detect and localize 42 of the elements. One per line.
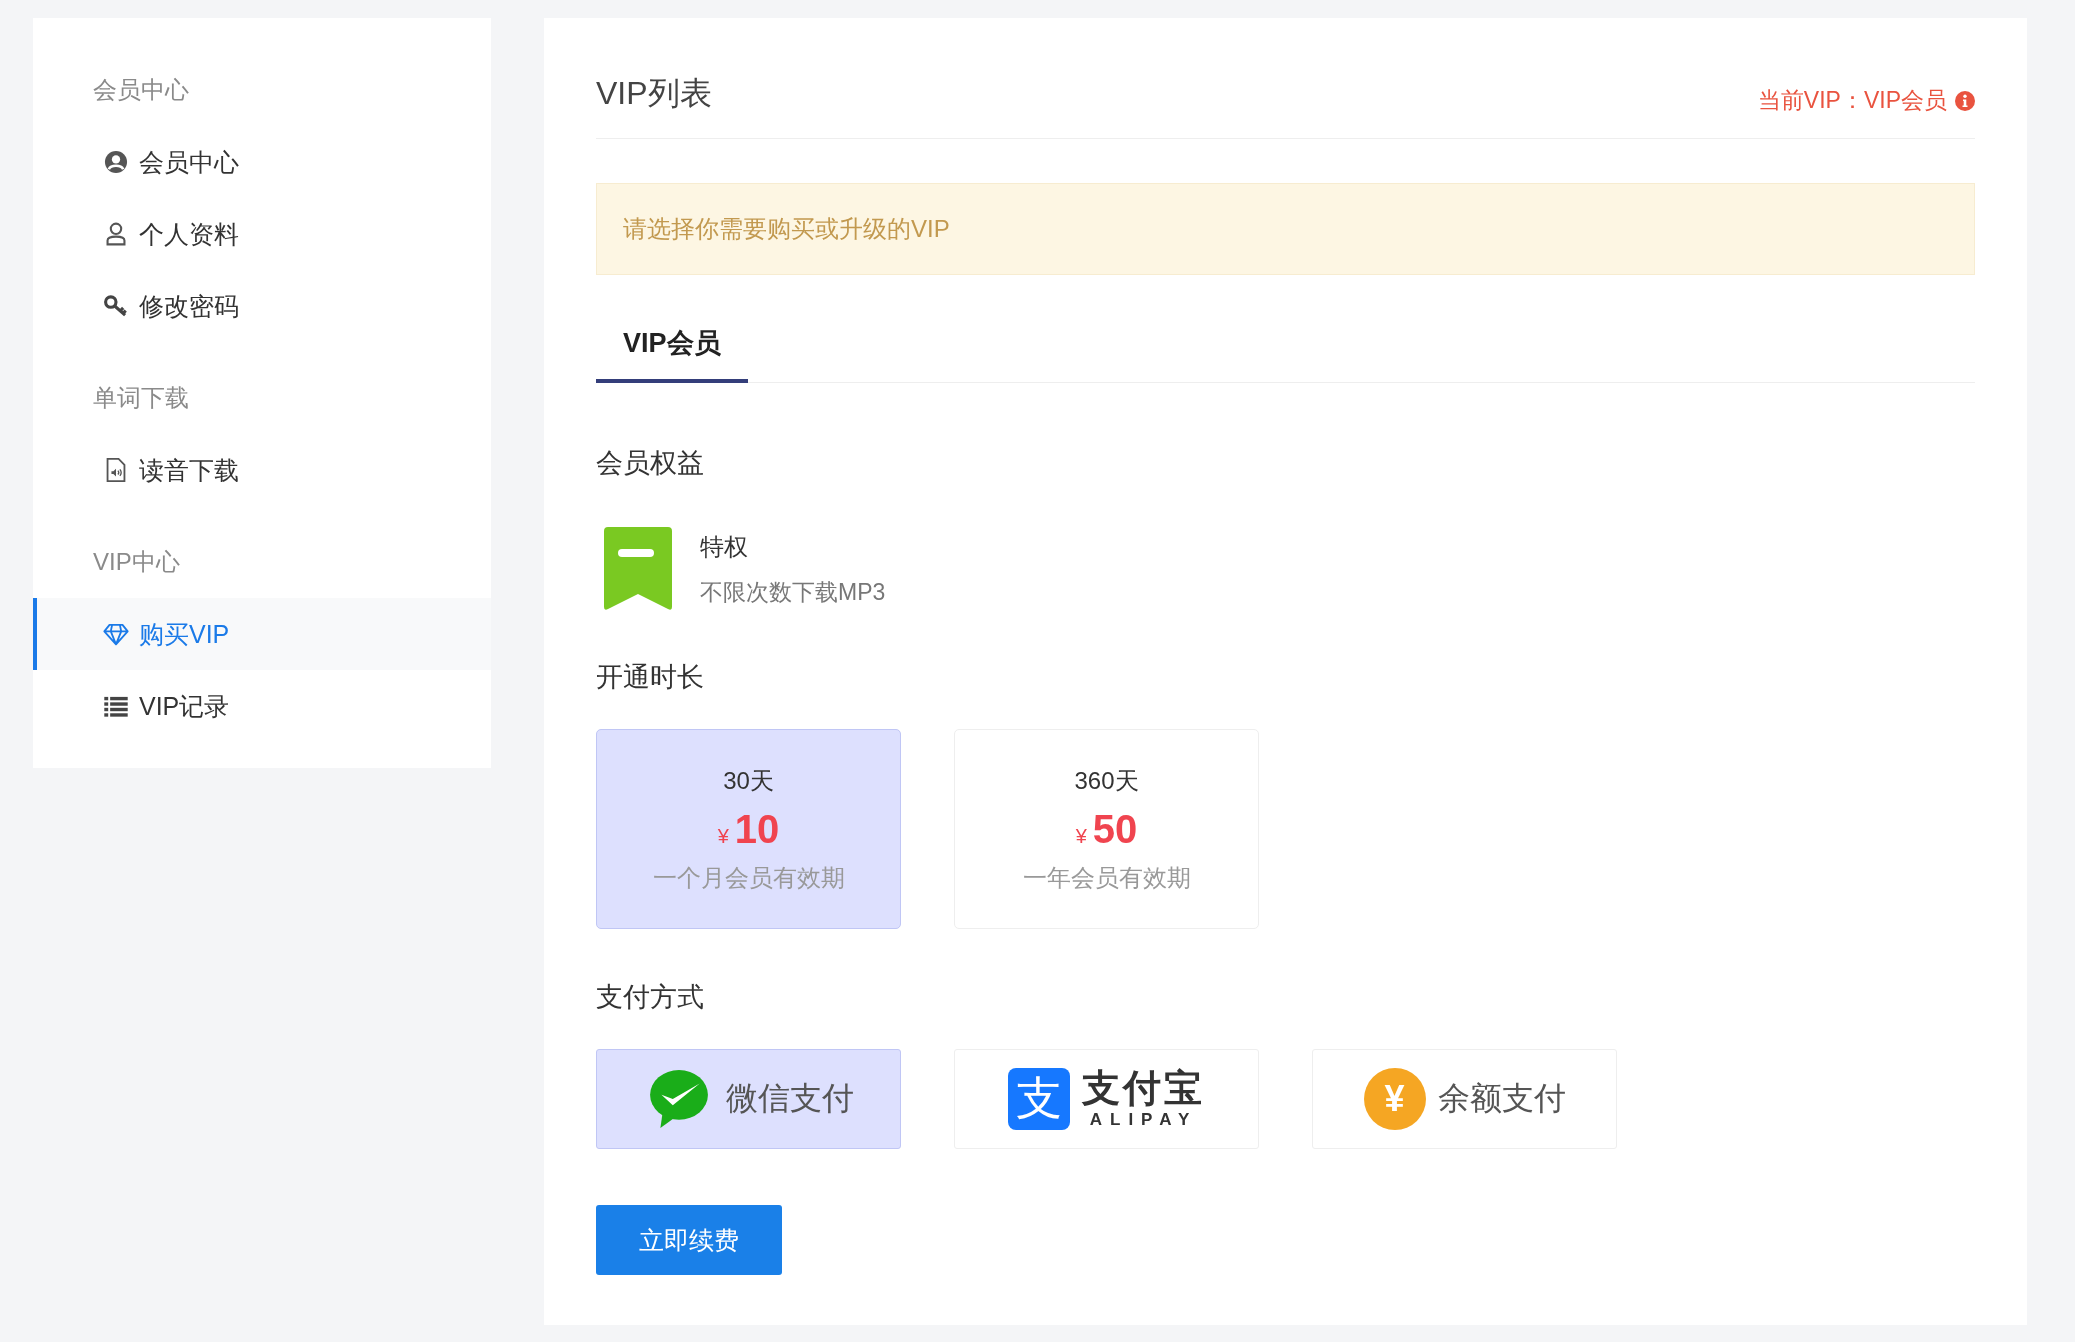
currency-symbol: ¥ — [1075, 824, 1087, 848]
plan-note: 一年会员有效期 — [1022, 862, 1191, 893]
section-heading: 支付方式 — [596, 981, 705, 1014]
key-icon — [103, 293, 129, 319]
diamond-icon — [103, 621, 129, 647]
renew-button[interactable]: 立即续费 — [596, 1205, 782, 1275]
plan-price: 50 — [1092, 806, 1138, 852]
section-title: 单词下载 — [92, 383, 190, 413]
payment-label: 微信支付 — [725, 1079, 854, 1118]
benefit-title: 特权 — [700, 531, 749, 562]
plan-duration: 360天 — [1074, 765, 1139, 796]
section-heading: 会员权益 — [596, 447, 705, 480]
bookmark-icon — [604, 527, 672, 611]
plan-note: 一个月会员有效期 — [652, 862, 845, 893]
logo-subtext: ALIPAY — [1089, 1109, 1198, 1130]
sidebar-item[interactable]: 修改密码 — [33, 270, 491, 342]
tab[interactable]: VIP会员 — [596, 325, 748, 383]
sidebar-item[interactable]: 个人资料 — [33, 198, 491, 270]
currency-symbol: ¥ — [717, 824, 729, 848]
logo-text: 支付宝 — [1082, 1068, 1205, 1110]
payment-option[interactable]: ¥ 余额支付 — [1312, 1049, 1617, 1149]
payment-label: 余额支付 — [1437, 1079, 1566, 1118]
page-title: VIP列表 — [596, 74, 712, 113]
benefit-description: 不限次数下载MP3 — [700, 577, 886, 607]
yen-coin-icon: ¥ — [1363, 1068, 1426, 1130]
sidebar-item[interactable]: 购买VIP — [33, 598, 491, 670]
sidebar-item[interactable]: 读音下载 — [33, 434, 491, 506]
section-heading: 开通时长 — [596, 661, 705, 694]
logo-mark: 支 — [1008, 1068, 1070, 1130]
plan-price: 10 — [734, 806, 780, 852]
notice-banner: 请选择你需要购买或升级的VIP — [596, 183, 1975, 275]
sidebar-item[interactable]: 会员中心 — [33, 126, 491, 198]
section-title: 会员中心 — [92, 75, 190, 105]
sidebar-item[interactable]: VIP记录 — [33, 670, 491, 742]
user-circle-icon — [103, 149, 129, 175]
current-vip-label: 当前VIP：VIP会员 — [1757, 86, 1947, 115]
payment-option[interactable]: 微信支付 — [596, 1049, 901, 1149]
info-icon — [1955, 90, 1975, 111]
section-title: VIP中心 — [92, 547, 181, 577]
plan-duration: 30天 — [723, 765, 774, 796]
plan-card[interactable]: 360天 ¥50 一年会员有效期 — [954, 729, 1259, 929]
plan-card[interactable]: 30天 ¥10 一个月会员有效期 — [596, 729, 901, 929]
